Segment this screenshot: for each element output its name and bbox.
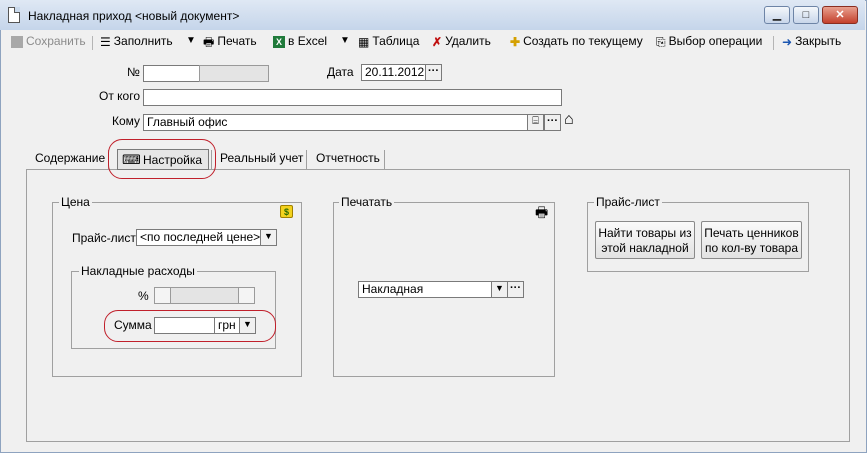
window-title: Накладная приход <новый документ> <box>28 9 240 23</box>
excel-button[interactable]: Xв Excel <box>273 32 327 50</box>
add-icon: ✚ <box>510 34 521 49</box>
pricelist-dropdown-arrow[interactable]: ▼ <box>260 229 277 246</box>
to-label: Кому <box>112 114 141 128</box>
number-input[interactable] <box>143 65 200 82</box>
excel-dropdown-arrow[interactable]: ▼ <box>340 32 350 50</box>
close-window-button[interactable]: ✕ <box>822 6 858 24</box>
print-document-dropdown-arrow[interactable]: ▼ <box>491 281 508 298</box>
date-label: Дата <box>327 65 354 79</box>
to-select-button[interactable]: ··· <box>544 114 561 131</box>
toolbar-separator <box>773 36 774 50</box>
table-button[interactable]: ▦ Таблица <box>358 32 419 50</box>
delete-button[interactable]: ✗ Удалить <box>432 32 491 50</box>
table-icon: ▦ <box>358 34 370 49</box>
date-input[interactable]: 20.11.2012 <box>361 64 426 81</box>
from-input[interactable] <box>143 89 562 106</box>
create-from-current-button[interactable]: ✚ Создать по текущему <box>510 32 643 50</box>
maximize-button[interactable]: □ <box>793 6 819 24</box>
fill-button[interactable]: ☰ Заполнить <box>100 32 173 50</box>
excel-icon: X <box>273 35 285 48</box>
tab-separator <box>306 150 307 170</box>
to-card-button[interactable]: ⌸ <box>527 114 544 131</box>
save-button[interactable]: Сохранить <box>11 32 86 50</box>
find-goods-button[interactable]: Найти товары из этой накладной <box>595 221 695 259</box>
tab-separator <box>384 150 385 170</box>
printer-icon[interactable]: 🖶 <box>535 202 548 226</box>
home-icon[interactable]: ⌂ <box>564 111 574 129</box>
document-icon <box>8 7 20 23</box>
fill-dropdown-arrow[interactable]: ▼ <box>186 32 196 50</box>
print-price-tags-button[interactable]: Печать ценников по кол-ву товара <box>701 221 802 259</box>
close-button[interactable]: ➜ Закрыть <box>782 32 841 50</box>
select-operation-button[interactable]: ⎘ Выбор операции <box>656 32 762 50</box>
print-document-options-button[interactable]: ··· <box>507 281 524 298</box>
price-group-title: Цена <box>59 195 92 209</box>
percent-label: % <box>138 289 149 303</box>
to-input[interactable]: Главный офис <box>143 114 528 131</box>
pricelist-group-title: Прайс-лист <box>594 195 662 209</box>
number-suffix-field <box>199 65 269 82</box>
save-icon <box>11 35 23 48</box>
highlight-ellipse-sum <box>104 310 276 342</box>
printer-icon: 🖶 <box>203 34 215 49</box>
exit-icon: ➜ <box>782 34 793 49</box>
currency-icon[interactable]: $ <box>280 205 293 218</box>
tab-content[interactable]: Содержание <box>35 146 105 170</box>
minimize-button[interactable]: ▁ <box>764 6 790 24</box>
fill-icon: ☰ <box>100 34 111 49</box>
highlight-ellipse-tab <box>108 139 216 179</box>
date-picker-button[interactable]: ··· <box>425 64 442 81</box>
tab-reporting[interactable]: Отчетность <box>316 146 380 170</box>
percent-slider-left[interactable] <box>155 288 171 303</box>
operation-icon: ⎘ <box>656 34 666 49</box>
percent-slider-right[interactable] <box>238 288 254 303</box>
toolbar-separator <box>92 36 93 50</box>
overhead-group-title: Накладные расходы <box>79 264 197 278</box>
card-icon: ⌸ <box>532 115 539 127</box>
print-document-select[interactable]: Накладная <box>358 281 492 298</box>
from-label: От кого <box>99 89 141 103</box>
pricelist-select[interactable]: <по последней цене> <box>136 229 262 246</box>
delete-icon: ✗ <box>432 34 443 49</box>
print-group-title: Печатать <box>339 195 395 209</box>
print-button[interactable]: 🖶 Печать <box>203 32 257 50</box>
pricelist-label: Прайс-лист <box>72 231 136 245</box>
tab-real-accounting[interactable]: Реальный учет <box>220 146 303 170</box>
number-label: № <box>127 65 140 79</box>
